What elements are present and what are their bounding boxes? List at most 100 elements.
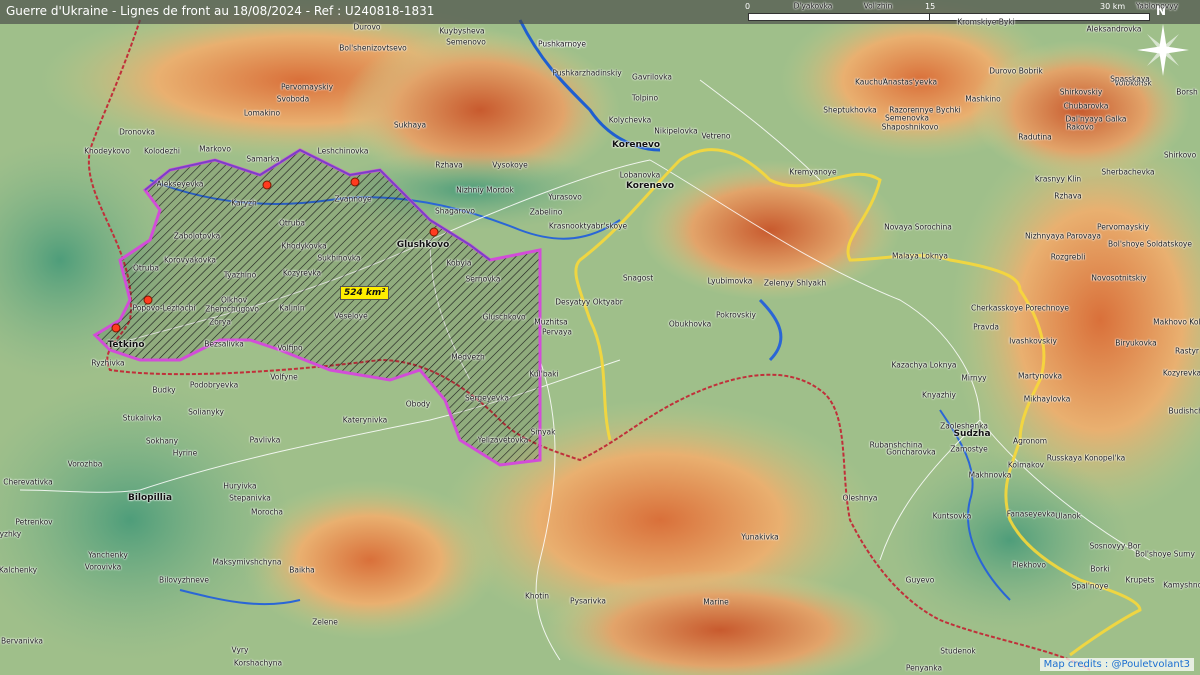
place-label: Radutina — [1018, 132, 1052, 142]
map-credits[interactable]: Map credits : @Pouletvolant3 — [1039, 658, 1194, 671]
place-label: Hyrine — [172, 448, 198, 458]
place-label: Kromskiye Byki — [957, 17, 1015, 27]
place-label: Tetkino — [107, 340, 145, 350]
place-label: Zabelino — [529, 207, 563, 217]
place-label: Pravda — [973, 322, 999, 332]
place-label: Zaoleshenka — [940, 421, 988, 431]
place-label: Budishche — [1168, 406, 1200, 416]
place-label: Svoboda — [276, 94, 310, 104]
place-label: Medvezh — [451, 352, 485, 362]
place-label: Spal'noye — [1071, 581, 1109, 591]
place-label: Bervanivka — [1, 636, 43, 646]
place-label: Krupets — [1125, 575, 1155, 585]
place-label: Aleksandrovka — [1086, 24, 1142, 34]
place-label: Rubanshchina — [869, 440, 923, 450]
place-label: Leshchinovka — [317, 146, 369, 156]
place-label: Khotin — [524, 591, 550, 601]
place-label: Markovo — [199, 144, 231, 154]
place-label: Nizhniy Mordok — [456, 185, 514, 195]
place-label: Gluschkovo — [482, 312, 526, 322]
place-label: Pervomayskiy — [1096, 222, 1150, 232]
place-label: Zhemchugovo — [205, 304, 259, 314]
place-label: Penyanka — [905, 663, 943, 673]
place-label: Oleshnya — [842, 493, 878, 503]
compass-rose-icon — [1137, 24, 1189, 76]
place-label: Kolmakov — [1007, 460, 1045, 470]
place-label: Bol'shenizovtsevo — [339, 43, 407, 53]
place-label: Rzhava — [1054, 191, 1082, 201]
place-label: Agronom — [1012, 436, 1048, 446]
map-view[interactable]: Guerre d'Ukraine - Lignes de front au 18… — [0, 0, 1200, 675]
place-label: Bol'shoye Sumy — [1135, 549, 1195, 559]
place-label: Olkhov — [220, 295, 248, 305]
occupied-area-label: 524 km² — [340, 286, 390, 300]
place-label: Ulanok — [1055, 511, 1081, 521]
place-label: Tolpino — [631, 93, 659, 103]
place-label: Kolychevka — [608, 115, 652, 125]
place-label: Nikipelovka — [654, 126, 698, 136]
place-label: Volfino — [277, 343, 303, 353]
place-label: Kolodezhi — [144, 146, 180, 156]
place-label: D'yakovka — [793, 1, 833, 11]
place-label: Alekseyevka — [156, 179, 204, 189]
place-label: Durovo Bobrik — [989, 66, 1043, 76]
place-label: Desyatyy Oktyabr — [555, 297, 623, 307]
place-label: Durovo — [353, 22, 381, 32]
place-label: Pushkarnoye — [538, 39, 586, 49]
place-label: Malaya Loknya — [892, 251, 948, 261]
place-label: Biryukovka — [1115, 338, 1157, 348]
place-label: Borsh — [1176, 87, 1198, 97]
place-label: Semenovo — [446, 37, 486, 47]
place-label: Zelene — [312, 617, 338, 627]
place-label: Zelenyy Shlyakh — [763, 278, 827, 288]
place-label: Sherbachevka — [1101, 167, 1155, 177]
place-label: Borki — [1090, 564, 1110, 574]
place-label: Kalinin — [279, 303, 305, 313]
place-label: Guyevo — [905, 575, 935, 585]
place-label: Zvannoye — [334, 194, 372, 204]
place-label: Shirkovo — [1163, 150, 1197, 160]
place-label: Shagarovo — [434, 206, 476, 216]
place-label: Solianyky — [188, 407, 224, 417]
place-label: Stepanivka — [229, 493, 271, 503]
place-label: Bezsalivka — [204, 339, 244, 349]
place-label: Yunakivka — [741, 532, 779, 542]
place-label: Veseloye — [334, 311, 368, 321]
place-label: Bilovyzhneve — [159, 575, 209, 585]
place-label: Vetreno — [701, 131, 731, 141]
place-label: Sergeyevka — [464, 393, 510, 403]
place-label: Spasskaya — [1110, 74, 1150, 84]
place-label: Vysokoye — [492, 160, 528, 170]
place-label: Stukalivka — [122, 413, 162, 423]
scale-label-30: 30 km — [1100, 2, 1126, 11]
map-title: Guerre d'Ukraine - Lignes de front au 18… — [6, 4, 435, 18]
place-label: Yelizavetovka — [477, 435, 529, 445]
place-label: Popovo-Lezhachi — [132, 303, 196, 313]
place-label: Plekhovo — [1012, 560, 1046, 570]
place-label: Chubarovka — [1063, 101, 1109, 111]
place-label: Huryivka — [223, 481, 257, 491]
place-label: Pavlivka — [249, 435, 281, 445]
place-label: Vorozhba — [67, 459, 103, 469]
scale-label-15: 15 — [925, 2, 936, 11]
place-label: Makhnovka — [968, 470, 1012, 480]
place-label: Lobanovka — [619, 170, 661, 180]
place-label: Kremyanoye — [789, 167, 837, 177]
place-label: Podobryevka — [189, 380, 239, 390]
place-label: Mashkino — [965, 94, 1001, 104]
place-label: Mikhaylovka — [1023, 394, 1071, 404]
place-label: Volfyne — [270, 372, 298, 382]
place-label: Sukhaya — [393, 120, 427, 130]
place-label: Zamostye — [950, 444, 988, 454]
place-label: Shirkovskiy — [1059, 87, 1103, 97]
place-label: Yurasovo — [548, 192, 582, 202]
place-label: Rakovo — [1066, 122, 1094, 132]
place-label: Yanchenky — [88, 550, 128, 560]
place-label: Sheptukhovka — [823, 105, 877, 115]
place-label: Maksymivshchyna — [212, 557, 282, 567]
place-label: Pysarivka — [570, 596, 606, 606]
place-label: Zorya — [209, 317, 231, 327]
place-label: Ryzhky — [0, 529, 22, 539]
place-label: Katerynivka — [342, 415, 388, 425]
place-label: Studenok — [940, 646, 976, 656]
